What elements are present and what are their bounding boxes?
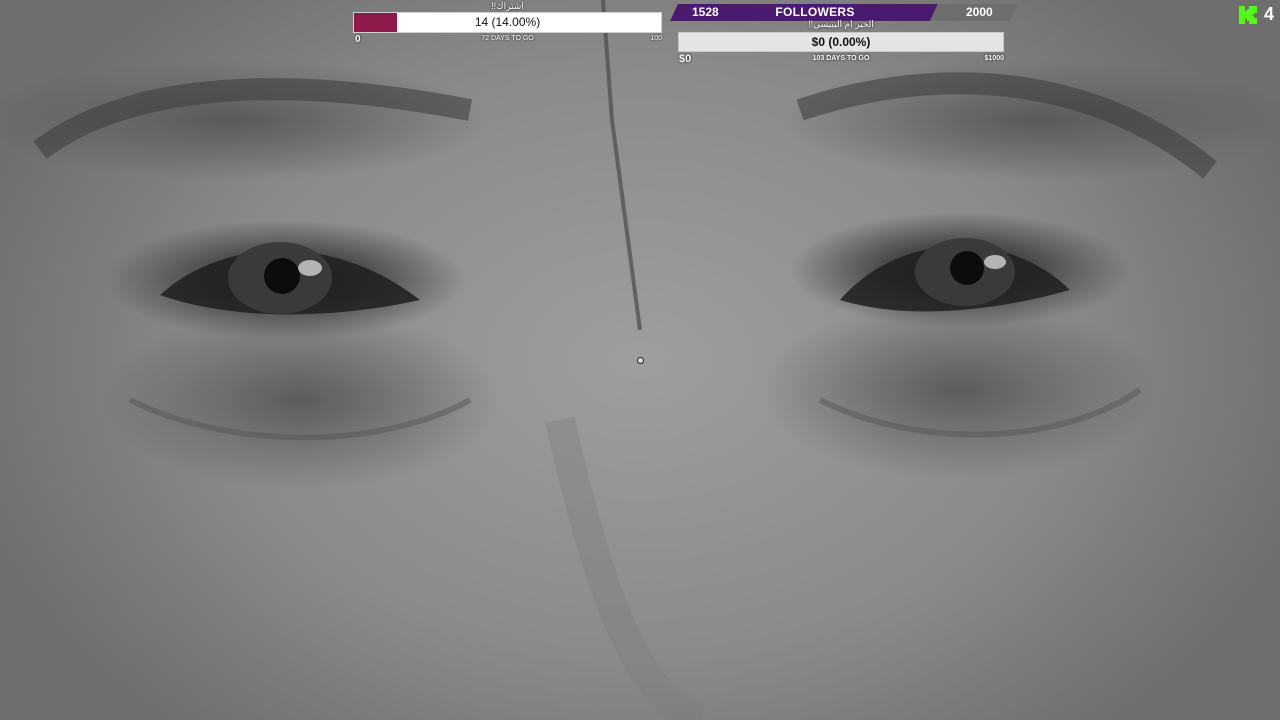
kick-viewer-counter: 4: [1238, 4, 1278, 26]
donation-goal-bar: $0 (0.00%): [678, 32, 1004, 52]
followers-target-count: 2000: [966, 5, 993, 19]
subscription-goal-bar: 14 (14.00%): [353, 12, 662, 33]
subscription-goal-progress-text: 14 (14.00%): [474, 15, 541, 29]
stream-stage: !!اشتراك 14 (14.00%) 0 72 DAYS TO GO 100…: [0, 0, 1280, 720]
donation-goal-progress-text: $0 (0.00%): [811, 35, 871, 49]
kick-logo-icon: [1239, 6, 1257, 24]
donation-goal-widget: !!الخير ام البيبسي $0 (0.00%) $0 103 DAY…: [678, 19, 1004, 65]
followers-label: FOLLOWERS: [775, 5, 855, 19]
donation-goal-max: $1000: [984, 55, 1004, 62]
subscription-goal-max: 100: [650, 35, 662, 42]
subscription-goal-title: !!اشتراك: [491, 1, 524, 11]
mouse-cursor: [637, 357, 644, 364]
donation-goal-title: !!الخير ام البيبسي: [808, 19, 874, 29]
viewer-count: 4: [1264, 4, 1275, 24]
donation-goal-days-left: 103 DAYS TO GO: [812, 55, 870, 62]
subscription-goal-days-left: 72 DAYS TO GO: [481, 35, 534, 42]
subscription-goal-widget: !!اشتراك 14 (14.00%) 0 72 DAYS TO GO 100: [353, 0, 662, 48]
